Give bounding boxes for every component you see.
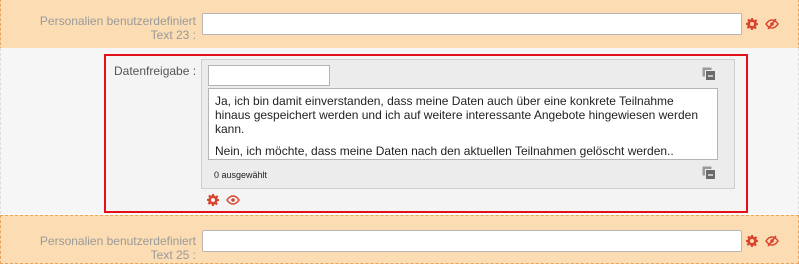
text-25-input[interactable] — [202, 230, 742, 252]
option-yes[interactable]: Ja, ich bin damit einverstanden, dass me… — [215, 94, 711, 136]
text-23-input[interactable] — [202, 13, 742, 35]
gear-icon[interactable] — [746, 18, 758, 30]
eye-slash-icon[interactable] — [765, 18, 779, 30]
eye-icon[interactable] — [226, 194, 240, 206]
gear-icon[interactable] — [746, 235, 758, 247]
copy-icon[interactable] — [702, 166, 716, 180]
copy-icon[interactable] — [702, 67, 716, 81]
eye-slash-icon[interactable] — [765, 235, 779, 247]
text-25-label-line1: Personalien benutzerdefiniert — [39, 234, 196, 248]
selected-count: 0 ausgewählt — [214, 170, 268, 180]
text-23-label: Personalien benutzerdefiniert Text 23 : — [2, 14, 196, 42]
text-23-label-line1: Personalien benutzerdefiniert — [39, 14, 196, 28]
text-23-label-line2: Text 23 : — [150, 28, 196, 42]
gear-icon[interactable] — [207, 194, 219, 206]
option-no[interactable]: Nein, ich möchte, dass meine Daten nach … — [215, 144, 711, 158]
filter-input[interactable] — [208, 65, 330, 86]
datenfreigabe-label: Datenfreigabe : — [114, 64, 197, 78]
text-25-label-line2: Text 25 : — [150, 248, 196, 262]
options-list: Ja, ich bin damit einverstanden, dass me… — [208, 88, 718, 160]
text-25-label: Personalien benutzerdefiniert Text 25 : — [2, 234, 196, 262]
